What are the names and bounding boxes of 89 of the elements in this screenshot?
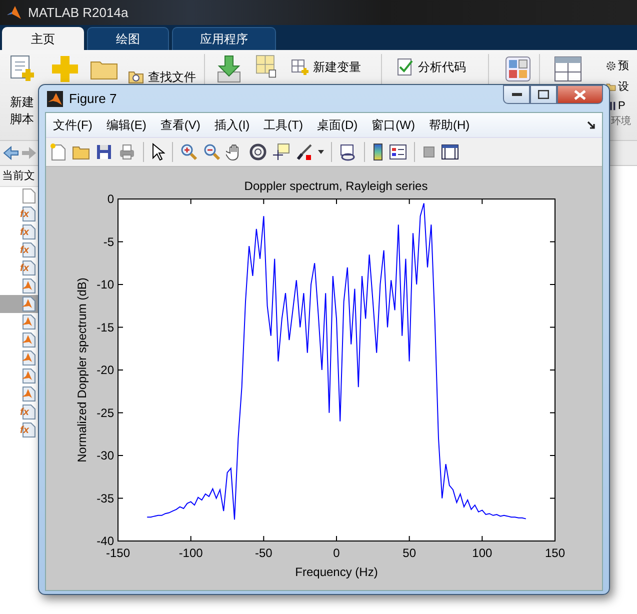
brush-icon[interactable] xyxy=(295,143,313,161)
square-icon[interactable] xyxy=(422,145,436,159)
file-row[interactable] xyxy=(0,295,38,313)
function-file-icon: fx xyxy=(20,404,36,420)
script-file-icon xyxy=(20,278,36,294)
y-tick-label: -35 xyxy=(96,491,114,506)
matlab-logo-icon xyxy=(6,4,22,20)
y-tick-label: -25 xyxy=(96,406,114,420)
x-tick-label: -100 xyxy=(178,546,203,560)
close-icon xyxy=(574,90,586,100)
analyze-code-label[interactable]: 分析代码 xyxy=(418,58,466,76)
chart-title: Doppler spectrum, Rayleigh series xyxy=(244,179,428,193)
close-button[interactable] xyxy=(557,85,603,104)
link-plot-icon[interactable] xyxy=(339,143,357,161)
section-label: 环境 xyxy=(611,114,631,128)
layout-icon[interactable] xyxy=(554,56,582,82)
function-file-icon: fx xyxy=(20,242,36,258)
dock-arrow-icon[interactable] xyxy=(587,120,596,130)
menu-item[interactable]: 帮助(H) xyxy=(428,116,470,134)
y-tick-label: -15 xyxy=(96,320,114,334)
x-tick-label: 150 xyxy=(544,546,566,560)
printer-icon[interactable] xyxy=(118,143,136,161)
new-file-icon[interactable] xyxy=(49,143,67,161)
x-tick-label: 50 xyxy=(402,546,416,560)
y-tick-label: -30 xyxy=(96,448,114,462)
zoom-in-icon[interactable] xyxy=(180,143,198,161)
new-variable-label[interactable]: 新建变量 xyxy=(313,58,361,76)
function-file-icon: fx xyxy=(20,206,36,222)
function-file-icon: fx xyxy=(20,260,36,276)
script-file-icon xyxy=(20,296,36,312)
script-file-icon xyxy=(20,314,36,330)
legend-icon[interactable] xyxy=(389,143,407,161)
y-axis-label: Normalized Doppler spectrum (dB) xyxy=(75,278,89,462)
x-tick-label: -50 xyxy=(255,546,272,560)
menu-item[interactable]: 工具(T) xyxy=(264,116,303,134)
y-tick-label: -40 xyxy=(96,534,114,548)
y-tick-label: 0 xyxy=(107,192,114,206)
data-cursor-icon[interactable] xyxy=(272,143,290,161)
function-file-icon: fx xyxy=(20,224,36,240)
new-variable-icon xyxy=(291,59,309,75)
ribbon-tab[interactable]: 主页 xyxy=(2,27,84,50)
caret-icon[interactable] xyxy=(318,150,324,154)
rotate-3d-icon[interactable] xyxy=(249,143,267,161)
y-tick-label: -20 xyxy=(96,363,114,377)
matlab-logo-icon xyxy=(47,90,63,106)
save-icon[interactable] xyxy=(95,143,113,161)
zoom-out-icon[interactable] xyxy=(203,143,221,161)
back-arrow-icon[interactable] xyxy=(3,146,19,160)
figure-title: Figure 7 xyxy=(69,91,117,106)
blank-file-icon xyxy=(22,188,36,204)
x-tick-label: -150 xyxy=(106,546,130,560)
preferences-label[interactable]: 预 xyxy=(618,58,629,73)
pointer-icon[interactable] xyxy=(151,143,165,161)
script-file-icon xyxy=(20,368,36,384)
y-tick-label: -5 xyxy=(103,234,114,249)
colorbar-icon[interactable] xyxy=(372,143,384,161)
import-arrow-icon[interactable] xyxy=(215,54,243,84)
x-tick-label: 0 xyxy=(333,546,340,560)
set-path-label[interactable]: 设 xyxy=(618,79,629,94)
minimize-button[interactable] xyxy=(503,85,530,104)
plot-tools-icon[interactable] xyxy=(441,144,459,160)
script-file-icon xyxy=(20,350,36,366)
minimize-icon xyxy=(512,92,522,96)
menu-item[interactable]: 窗口(W) xyxy=(372,116,415,134)
maximize-icon xyxy=(538,90,549,99)
x-tick-label: 100 xyxy=(472,546,492,560)
menu-item[interactable]: 查看(V) xyxy=(160,116,200,134)
ribbon-tab[interactable]: 应用程序 xyxy=(172,27,276,50)
maximize-button[interactable] xyxy=(530,85,557,104)
script-file-icon xyxy=(20,332,36,348)
app-title: MATLAB R2014a xyxy=(28,5,128,20)
new-script-label[interactable]: 新建脚本 xyxy=(10,94,36,128)
menu-item[interactable]: 插入(I) xyxy=(214,116,250,134)
ribbon-tab[interactable]: 绘图 xyxy=(87,27,169,50)
script-file-icon xyxy=(20,386,36,402)
simulink-grid-icon[interactable] xyxy=(505,56,531,82)
menu-item[interactable]: 桌面(D) xyxy=(316,116,358,134)
find-files-label[interactable]: 查找文件 xyxy=(148,68,196,86)
menu-item[interactable]: 文件(F) xyxy=(53,116,92,134)
y-tick-label: -10 xyxy=(96,278,114,292)
current-folder-title: 当前文 xyxy=(0,166,38,187)
menu-item[interactable]: 编辑(E) xyxy=(106,116,146,134)
x-axis-label: Frequency (Hz) xyxy=(295,565,378,579)
parallel-label[interactable]: P xyxy=(618,100,626,112)
checklist-icon xyxy=(396,58,414,76)
workspace-grid-icon[interactable] xyxy=(253,54,279,78)
function-file-icon: fx xyxy=(20,422,36,438)
folder-search-icon xyxy=(128,70,144,84)
gear-icon xyxy=(606,60,616,70)
